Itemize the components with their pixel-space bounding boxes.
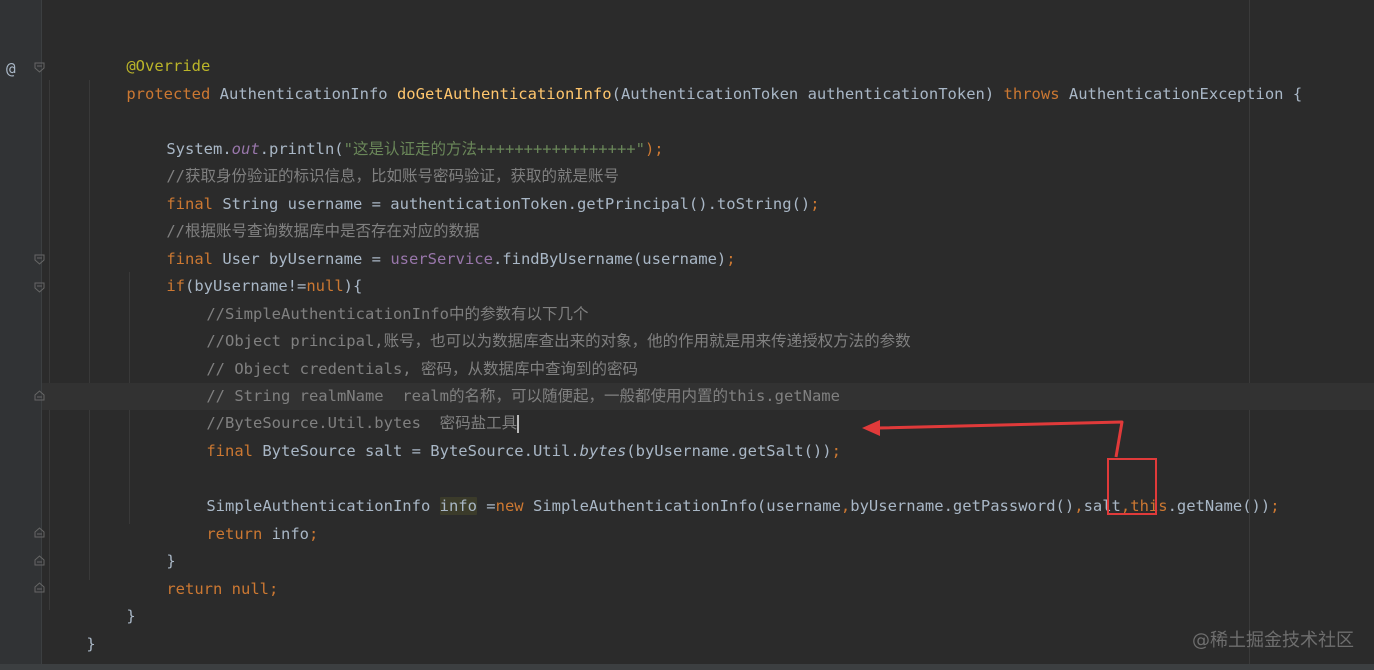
highlighted-variable-token: info [439,497,477,515]
brace-token: } [86,635,96,653]
code-line[interactable]: } [129,521,175,570]
punctuation-token: ; [810,195,820,213]
indent-guide [49,80,50,610]
keyword-token: return [206,525,263,543]
punctuation-token: ); [644,140,664,158]
punctuation-token: ; [831,442,841,460]
type-token: AuthenticationException { [1059,85,1303,103]
keyword-token: protected [126,85,211,103]
code-line[interactable]: protected AuthenticationInfo doGetAuthen… [89,54,1302,103]
annotation-arrowhead-icon [862,420,880,436]
punctuation-token: ; [309,525,319,543]
punctuation-token: , [840,497,851,515]
code-token: ByteSource salt = ByteSource.Util. [253,442,580,460]
code-line[interactable]: final User byUsername = userService.find… [129,219,735,268]
static-method-token: bytes [579,442,627,460]
code-line[interactable]: @Override [89,26,210,75]
code-line[interactable]: //ByteSource.Util.bytes 密码盐工具 [169,383,520,433]
watermark-text: @稀土掘金技术社区 [1192,630,1354,651]
code-line[interactable]: //根据账号查询数据库中是否存在对应的数据 [129,191,479,240]
code-editor[interactable]: @ @Override protected AuthenticationInfo… [0,0,1374,670]
punctuation-token: ; [726,250,736,268]
params-token: (AuthenticationToken authenticationToken… [611,85,1004,103]
method-name-token: doGetAuthenticationInfo [396,85,612,103]
salt-argument-token: salt [1083,497,1121,515]
keyword-token: new [495,497,524,515]
code-line[interactable]: return info; [169,494,318,543]
code-line[interactable]: // String realmName realm的名称，可以随便起，一般都使用… [169,356,840,405]
code-line[interactable]: final ByteSource salt = ByteSource.Util.… [169,411,841,460]
brace-token: } [126,607,136,625]
punctuation-token: ; [1270,497,1280,515]
indent-guide [89,80,90,580]
code-line[interactable]: } [89,576,135,625]
fold-arrow-icon[interactable] [34,62,45,73]
code-line[interactable]: //SimpleAuthenticationInfo中的参数有以下几个 [169,274,588,323]
punctuation-token: , [1074,497,1084,515]
keyword-token: this [1130,497,1168,515]
fold-arrow-icon[interactable] [34,254,45,265]
code-token: byUsername.getPassword() [850,497,1075,515]
code-token: info [262,525,309,543]
fold-end-icon[interactable] [34,555,45,566]
annotation-arrow [877,420,1124,458]
code-token: .getName()) [1167,497,1271,515]
fold-end-icon[interactable] [34,582,45,593]
horizontal-scrollbar[interactable] [0,664,1374,670]
code-line[interactable]: //Object principal,账号，也可以为数据库查出来的对象，他的作用… [169,301,910,350]
type-token: AuthenticationInfo [210,85,397,103]
code-line[interactable]: if(byUsername!=null){ [129,246,362,295]
code-token: (byUsername.getSalt()) [626,442,832,460]
fold-end-icon[interactable] [34,390,45,401]
code-token: = [476,497,496,515]
code-line[interactable]: //获取身份验证的标识信息，比如账号密码验证，获取的就是账号 [129,136,619,185]
code-line[interactable]: final String username = authenticationTo… [129,164,819,213]
code-line[interactable]: // Object credentials, 密码，从数据库中查询到的密码 [169,329,638,378]
punctuation-token: ; [269,580,279,598]
code-line[interactable]: } [49,604,95,653]
override-marker-icon[interactable]: @ [6,55,16,82]
code-token: .findByUsername(username) [492,250,727,268]
keyword-token: final [206,442,253,460]
code-line[interactable]: return null; [129,549,278,598]
fold-end-icon[interactable] [34,527,45,538]
code-token: SimpleAuthenticationInfo(username [523,497,841,515]
code-line[interactable]: SimpleAuthenticationInfo info =new Simpl… [169,466,1280,515]
punctuation-token: , [1120,497,1131,515]
field-token: userService [390,250,493,268]
keyword-token: throws [1003,85,1060,103]
fold-arrow-icon[interactable] [34,282,45,293]
keyword-token: return [166,580,223,598]
keyword-token: null [222,580,269,598]
code-line[interactable]: System.out.println("这是认证走的方法++++++++++++… [129,109,663,158]
